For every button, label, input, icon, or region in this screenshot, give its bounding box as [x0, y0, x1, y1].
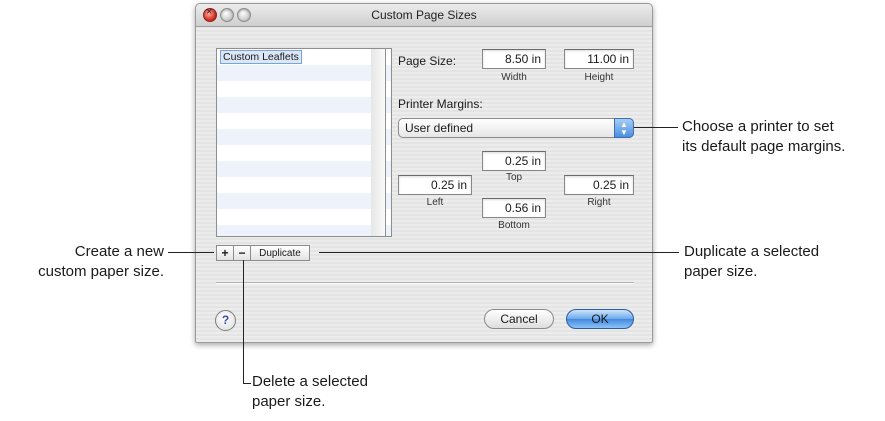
callout-duplicate-line1: Duplicate a selected [684, 243, 820, 260]
width-label: Width [501, 72, 527, 83]
remove-size-button[interactable]: − [233, 245, 251, 261]
list-row-empty[interactable] [217, 65, 391, 81]
callout-line-printer [634, 127, 678, 128]
callout-printer-line1: Choose a printer to set [682, 118, 834, 135]
callout-duplicate: Duplicate a selected paper size. [684, 242, 819, 282]
separator [216, 282, 634, 284]
callout-printer-line2: its default page margins. [682, 138, 846, 155]
list-row-empty[interactable] [217, 209, 391, 225]
custom-page-sizes-dialog: Custom Page Sizes Custom Leaflets + − Du… [195, 3, 653, 343]
height-label: Height [584, 72, 614, 83]
list-row-empty[interactable] [217, 225, 391, 236]
printer-margins-popup[interactable]: User defined ▲ ▼ [398, 118, 634, 138]
left-margin-label: Left [426, 197, 444, 208]
ok-button[interactable]: OK [566, 309, 634, 329]
list-row-empty[interactable] [217, 145, 391, 161]
list-scrollbar[interactable] [371, 48, 386, 237]
callout-delete-line2: paper size. [252, 393, 326, 410]
list-row-empty[interactable] [217, 161, 391, 177]
callout-delete-line1: Delete a selected [252, 373, 368, 390]
list-button-strip: + − Duplicate [216, 245, 310, 261]
list-row-empty[interactable] [217, 129, 391, 145]
callout-create-line2: custom paper size. [38, 263, 164, 280]
duplicate-size-button[interactable]: Duplicate [250, 245, 310, 261]
list-item-label[interactable]: Custom Leaflets [220, 50, 302, 64]
popup-arrows-icon: ▲ ▼ [614, 118, 634, 138]
callout-line-duplicate [319, 252, 679, 253]
callout-line-delete [243, 260, 244, 384]
printer-margins-selected: User defined [405, 121, 474, 135]
width-field[interactable]: 8.50 in [482, 49, 546, 69]
title-bar[interactable]: Custom Page Sizes [196, 4, 652, 27]
bottom-margin-field[interactable]: 0.56 in [482, 198, 546, 218]
callout-create-line1: Create a new [74, 243, 164, 260]
help-icon[interactable]: ? [215, 310, 236, 331]
bottom-margin-label: Bottom [498, 220, 530, 231]
top-margin-label: Top [505, 172, 523, 183]
right-margin-label: Right [587, 197, 611, 208]
list-row-empty[interactable] [217, 177, 391, 193]
callout-duplicate-line2: paper size. [684, 263, 758, 280]
window-title: Custom Page Sizes [371, 8, 477, 22]
cancel-button[interactable]: Cancel [484, 309, 554, 329]
height-field[interactable]: 11.00 in [564, 49, 634, 69]
callout-line-create [168, 252, 214, 253]
printer-margins-label: Printer Margins: [398, 97, 483, 111]
callout-line-delete-tick [243, 383, 251, 384]
top-margin-field[interactable]: 0.25 in [482, 151, 546, 171]
paper-sizes-list[interactable]: Custom Leaflets [216, 48, 392, 237]
list-row-empty[interactable] [217, 97, 391, 113]
list-item[interactable]: Custom Leaflets [217, 49, 391, 65]
add-size-button[interactable]: + [216, 245, 234, 261]
left-margin-field[interactable]: 0.25 in [398, 175, 472, 195]
list-row-empty[interactable] [217, 113, 391, 129]
list-row-empty[interactable] [217, 193, 391, 209]
list-row-empty[interactable] [217, 81, 391, 97]
callout-delete: Delete a selected paper size. [252, 372, 368, 412]
callout-create: Create a new custom paper size. [0, 242, 164, 282]
page-size-label: Page Size: [398, 54, 457, 68]
right-margin-field[interactable]: 0.25 in [564, 175, 634, 195]
callout-printer: Choose a printer to set its default page… [682, 117, 845, 157]
